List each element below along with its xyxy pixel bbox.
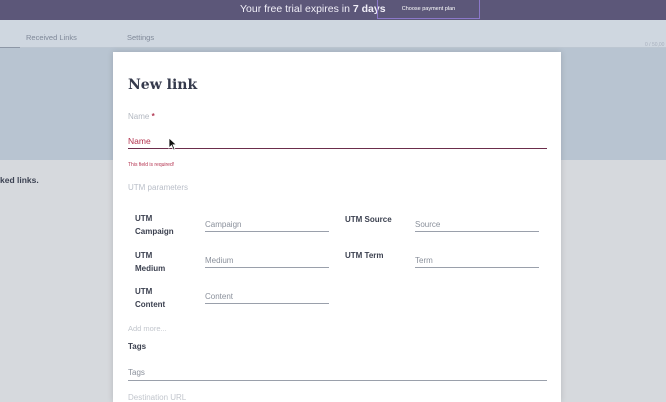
trial-banner: Your free trial expires in 7 days Choose… [0, 0, 666, 20]
utm-content-label: UTM Content [135, 285, 165, 311]
trial-message: Your free trial expires in 7 days [240, 3, 386, 15]
name-input[interactable] [128, 133, 547, 149]
name-label-text: Name [128, 112, 150, 121]
utm-medium-label-line1: UTM [135, 251, 153, 260]
utm-term-label-text: UTM Term [345, 251, 384, 260]
utm-medium-input[interactable] [205, 254, 329, 268]
top-nav: Received Links Settings 0 / 50,00 [0, 20, 666, 48]
utm-content-label-line2: Content [135, 300, 166, 309]
trial-message-text: Your free trial expires in [240, 3, 353, 15]
modal-title: New link [128, 77, 198, 93]
utm-source-label-text: UTM Source [345, 215, 392, 224]
destination-url-label: Destination URL [128, 393, 187, 402]
utm-source-label: UTM Source [345, 213, 392, 226]
mouse-cursor-icon [168, 137, 178, 151]
choose-payment-plan-button[interactable]: Choose payment plan [377, 0, 480, 19]
utm-term-label: UTM Term [345, 249, 384, 262]
name-error: This field is required! [128, 162, 175, 168]
utm-campaign-label-line2: Campaign [135, 227, 174, 236]
new-link-modal: New link Name * This field is required! … [113, 52, 561, 402]
add-more-link[interactable]: Add more... [128, 324, 167, 333]
utm-parameters-heading: UTM parameters [128, 183, 189, 192]
name-label: Name * [128, 112, 155, 121]
utm-medium-label: UTM Medium [135, 249, 165, 275]
nav-received-links[interactable]: Received Links [26, 33, 77, 42]
nav-settings[interactable]: Settings [127, 33, 154, 42]
required-mark: * [151, 112, 155, 121]
utm-content-input[interactable] [205, 290, 329, 304]
tags-input[interactable] [128, 365, 547, 381]
background-text: ked links. [0, 175, 39, 185]
utm-term-input[interactable] [415, 254, 539, 268]
utm-content-label-line1: UTM [135, 287, 153, 296]
utm-medium-label-line2: Medium [135, 264, 166, 273]
tags-label: Tags [128, 342, 147, 351]
utm-campaign-label-line1: UTM [135, 214, 153, 223]
utm-campaign-label: UTM Campaign [135, 212, 174, 238]
utm-campaign-input[interactable] [205, 218, 329, 232]
utm-source-input[interactable] [415, 218, 539, 232]
